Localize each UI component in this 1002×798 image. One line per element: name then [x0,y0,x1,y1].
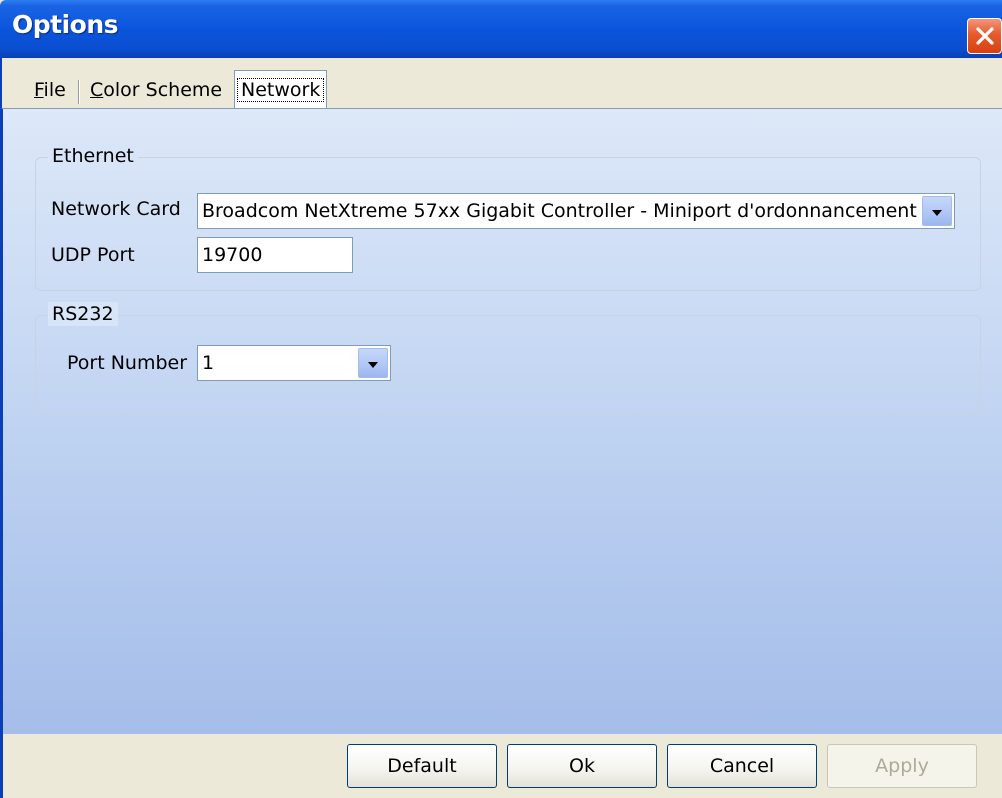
network-card-dropdown-button[interactable] [922,196,952,226]
title-bar[interactable]: Options [0,0,1002,58]
tab-color-scheme-label: olor Scheme [103,79,223,101]
udp-port-field[interactable] [197,237,353,273]
tab-color-scheme-mnemonic: C [90,79,104,101]
tab-separator [78,80,80,104]
port-number-label: Port Number [67,352,188,374]
ok-button[interactable]: Ok [507,744,657,788]
port-number-value: 1 [202,352,215,374]
cancel-button[interactable]: Cancel [667,744,817,788]
tab-strip: File Color Scheme Network [0,58,1002,110]
rs232-group-label: RS232 [48,302,118,326]
tab-color-scheme[interactable]: Color Scheme [90,72,222,108]
tab-file-label: ile [43,79,66,101]
chevron-down-icon [931,194,943,228]
default-button[interactable]: Default [347,744,497,788]
tab-network-label: Network [237,78,325,102]
udp-port-label: UDP Port [51,244,135,266]
window-title: Options [12,10,119,39]
port-number-dropdown[interactable]: 1 [197,345,391,381]
tab-file-mnemonic: F [34,79,44,101]
dialog-footer: Default Ok Cancel Apply [0,734,1002,798]
network-card-label: Network Card [51,198,181,220]
port-number-dropdown-button[interactable] [358,348,388,378]
options-dialog: Options File Color Scheme Network Ethern… [0,0,1002,798]
close-icon [974,25,996,47]
tab-network[interactable]: Network [234,70,328,110]
apply-button[interactable]: Apply [827,744,977,788]
network-panel: Ethernet Network Card Broadcom NetXtreme… [0,108,1002,734]
tab-file[interactable]: File [34,72,66,108]
chevron-down-icon [367,346,379,380]
close-button[interactable] [967,18,1002,54]
network-card-value: Broadcom NetXtreme 57xx Gigabit Controll… [202,200,920,222]
network-card-dropdown[interactable]: Broadcom NetXtreme 57xx Gigabit Controll… [197,193,955,229]
ethernet-group-label: Ethernet [48,144,138,168]
